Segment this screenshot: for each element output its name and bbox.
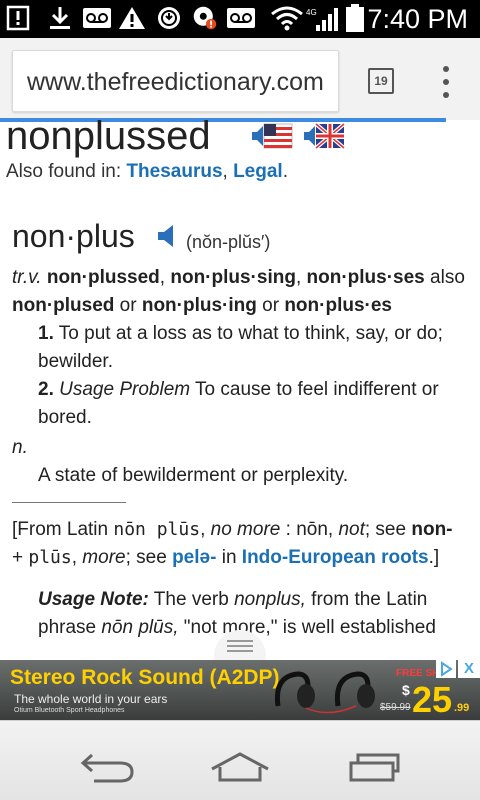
also-found-label: Also found in:	[6, 161, 127, 182]
voicemail-icon	[83, 8, 111, 28]
usage-term: nonplus,	[234, 589, 306, 610]
etymology-latin: plūs	[28, 547, 72, 568]
headphones-image	[274, 671, 375, 714]
etymology-latin: nōn	[296, 519, 328, 540]
etymology-gloss: not	[338, 519, 365, 540]
etymology-text: ,	[71, 547, 83, 568]
battery-icon	[346, 4, 364, 32]
etymology-gloss: no more	[210, 519, 281, 540]
usage-text: The verb	[148, 589, 235, 610]
url-text[interactable]: www.thefreedictionary.com	[27, 66, 324, 98]
usage-note-line1: Usage Note: The verb nonplus, from the L…	[38, 586, 427, 614]
indo-european-roots-link[interactable]: Indo-European roots	[242, 547, 429, 568]
conjunction: or	[256, 295, 285, 316]
ad-free-shipping: FREE SH	[396, 668, 440, 679]
overflow-menu-icon[interactable]	[436, 64, 456, 100]
status-bar: 4G 7:40 PM	[0, 0, 480, 38]
page-content[interactable]: nonplussed Also found in: Thesaurus, Leg…	[0, 120, 480, 640]
usage-text: phrase	[38, 617, 102, 638]
thesaurus-link[interactable]: Thesaurus	[126, 161, 222, 182]
tab-switcher-button[interactable]: 19	[368, 68, 394, 94]
wifi-icon	[271, 6, 303, 31]
ad-banner[interactable]: Stereo Rock Sound (A2DP) The whole world…	[0, 660, 480, 720]
verb-forms-line1: tr.v. non·plussed, non·plus·sing, non·pl…	[12, 267, 465, 288]
etymology-text: .]	[428, 547, 440, 568]
ad-title[interactable]: Stereo Rock Sound (A2DP)	[10, 664, 280, 692]
uk-pronunciation-icon[interactable]	[302, 122, 346, 150]
definition-1: 1. To put at a loss as to what to think,…	[38, 320, 443, 348]
recent-apps-icon[interactable]	[348, 753, 402, 783]
definition-text: To cause to feel indifferent or	[190, 379, 439, 400]
ad-close-button[interactable]: X	[458, 660, 480, 678]
signal-icon: 4G	[306, 8, 338, 31]
us-pronunciation-icon[interactable]	[250, 122, 294, 150]
etymology-text: ; see	[125, 547, 173, 568]
svg-text:4G: 4G	[306, 8, 317, 17]
verb-forms-line2: non·plused or non·plus·ing or non·plus·e…	[12, 292, 392, 320]
home-icon[interactable]	[210, 751, 270, 783]
pele-link[interactable]: pelə-	[172, 547, 216, 568]
etymology-text: in	[216, 547, 242, 568]
etymology-text: [From Latin	[12, 519, 114, 540]
etymology-gloss: more	[82, 547, 126, 568]
ad-price: 25	[412, 679, 453, 720]
legal-link[interactable]: Legal	[233, 161, 283, 182]
page-title: nonplussed	[6, 120, 211, 158]
conjunction: or	[114, 295, 142, 316]
conjunction: also	[424, 267, 465, 288]
etymology-text: +	[12, 547, 29, 568]
verb-form: non·plused	[12, 295, 115, 316]
pronunciation: (nŏn-plŭs′)	[186, 232, 271, 252]
noun-definition: A state of bewilderment or perplexity.	[38, 465, 349, 486]
ad-price-cents: .99	[454, 702, 470, 714]
etymology-text: ,	[200, 519, 211, 540]
url-bar[interactable]: www.thefreedictionary.com	[12, 50, 339, 112]
adchoices-icon[interactable]	[436, 660, 456, 678]
etymology-line2: + plūs, more; see pelə- in Indo-European…	[12, 544, 439, 572]
non-prefix-link[interactable]: non-	[411, 519, 452, 540]
ad-currency: $	[402, 682, 410, 698]
etymology-line1: [From Latin nōn plūs, no more : nōn, not…	[12, 516, 453, 544]
back-icon[interactable]	[80, 753, 134, 783]
ad-subtitle: The whole world in your ears	[14, 692, 168, 706]
usage-text: "not more," is well established	[178, 617, 436, 638]
verb-form: non·plus·sing	[170, 267, 296, 288]
divider	[12, 502, 126, 503]
usage-term: nōn plūs,	[101, 617, 179, 638]
status-time: 7:40 PM	[367, 4, 468, 34]
definition-2: 2. Usage Problem To cause to feel indiff…	[38, 376, 439, 404]
ad-old-price: $59.99	[380, 702, 411, 713]
notification-icon	[6, 5, 30, 31]
entry-word: non·plus	[12, 218, 135, 254]
definition-number: 1.	[38, 323, 54, 344]
voicemail-icon	[227, 8, 255, 28]
definition-1-cont: bewilder.	[38, 351, 113, 372]
usage-text: from the Latin	[305, 589, 428, 610]
definition-text: To put at a loss as to what to think, sa…	[53, 323, 443, 344]
etymology-text: :	[280, 519, 297, 540]
warning-icon	[119, 7, 145, 29]
verb-form: non·plus·ses	[306, 267, 425, 288]
usage-note-label: Usage Note:	[38, 589, 149, 610]
navigation-bar	[0, 720, 480, 800]
download-icon	[50, 7, 70, 29]
etymology-text: ,	[327, 519, 339, 540]
verb-form: non·plus·es	[284, 295, 392, 316]
noun-label: n.	[12, 437, 28, 458]
usage-label: Usage Problem	[53, 379, 191, 400]
browser-toolbar: www.thefreedictionary.com 19	[0, 38, 480, 120]
verb-form: non·plus·ing	[141, 295, 257, 316]
definition-number: 2.	[38, 379, 54, 400]
part-of-speech: tr.v.	[12, 267, 42, 288]
ad-small-text: Otium Bluetooth Sport Headphones	[14, 707, 125, 714]
also-found-in: Also found in: Thesaurus, Legal.	[6, 161, 288, 182]
speaker-icon[interactable]	[156, 224, 178, 248]
definition-2-cont: bored.	[38, 407, 92, 428]
app-icon	[193, 6, 217, 30]
sync-icon	[158, 7, 180, 29]
verb-form: non·plussed	[46, 267, 160, 288]
etymology-latin: nōn plūs	[113, 519, 201, 540]
etymology-text: ; see	[364, 519, 412, 540]
